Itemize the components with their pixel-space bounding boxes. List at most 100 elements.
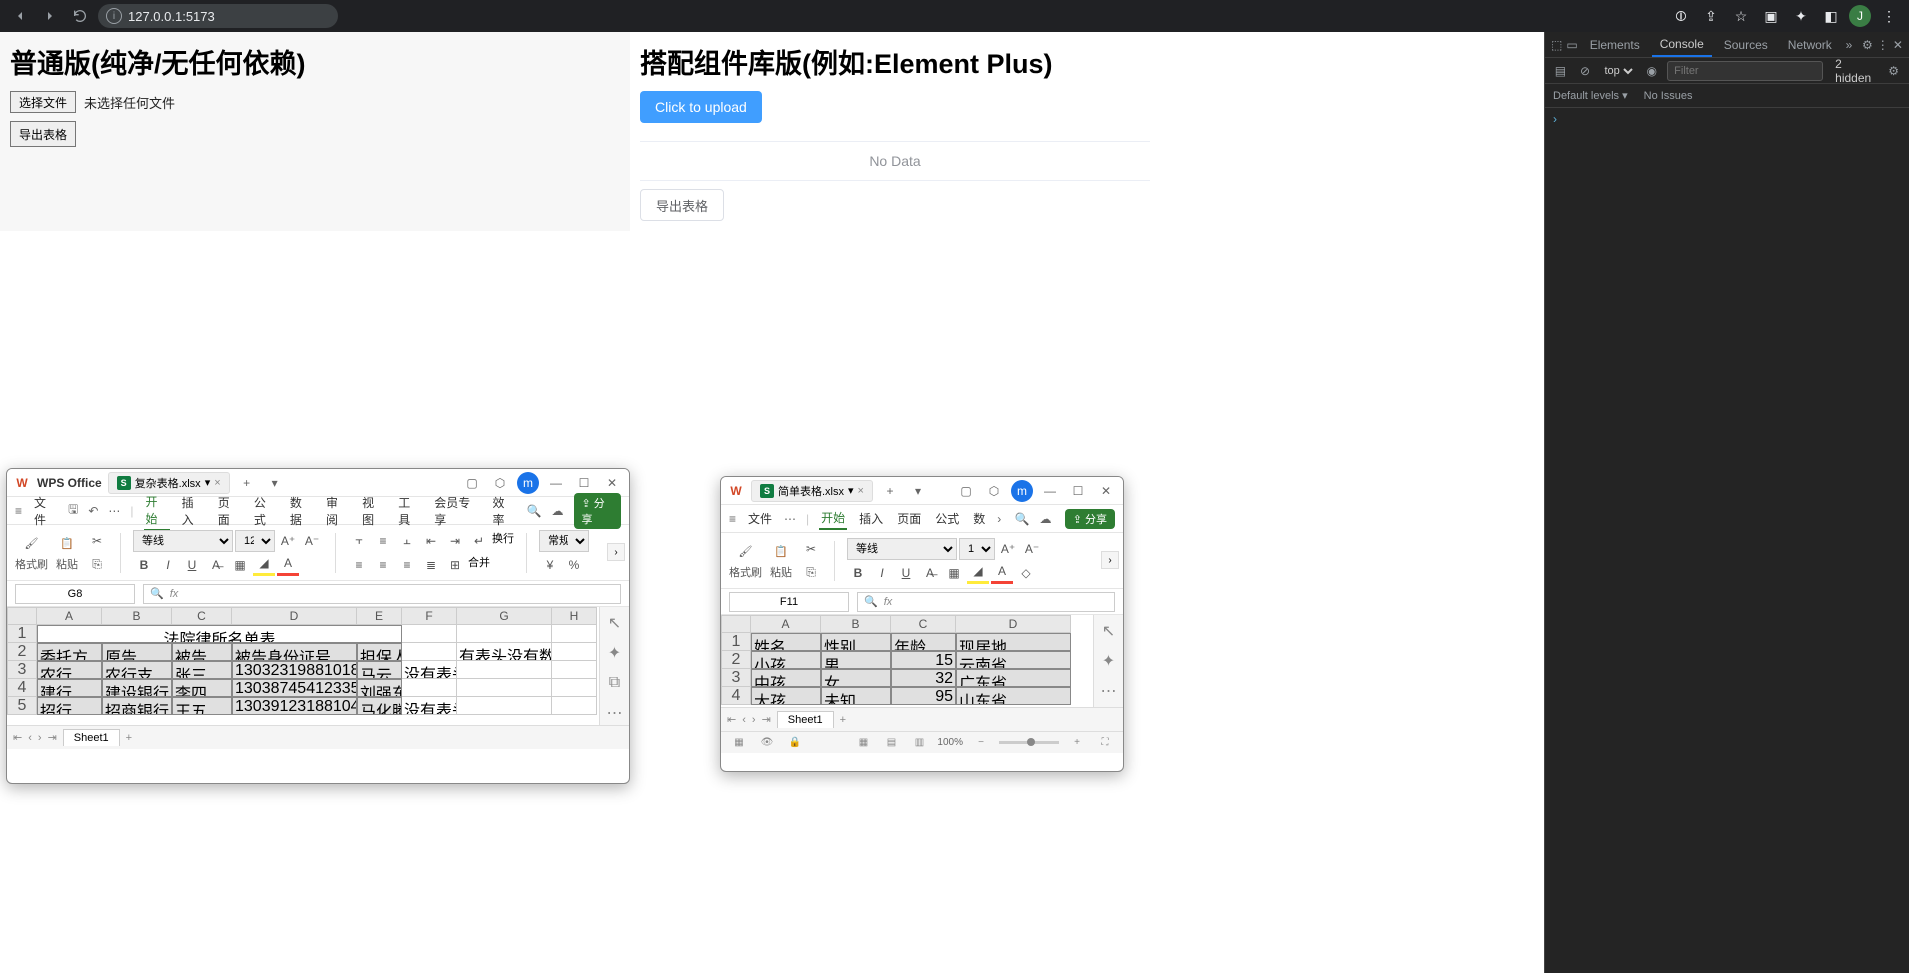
align-left-icon[interactable]: ≡	[348, 554, 370, 576]
font-grow-icon[interactable]: A⁺	[277, 530, 299, 552]
indent-dec-icon[interactable]: ⇤	[420, 530, 442, 552]
cursor-tool-icon[interactable]: ↖	[605, 613, 625, 633]
tab-close-icon[interactable]: ×	[858, 485, 864, 497]
view-normal-icon[interactable]: ▦	[853, 733, 873, 753]
export-button-el[interactable]: 导出表格	[640, 189, 724, 221]
font-select[interactable]: 等线	[133, 530, 233, 552]
clear-console-icon[interactable]: ⊘	[1576, 61, 1595, 81]
cloud-icon[interactable]: ☁	[552, 504, 564, 518]
zoom-in-icon[interactable]: +	[1067, 733, 1087, 753]
percent-icon[interactable]: %	[563, 554, 585, 576]
tab-sources[interactable]: Sources	[1716, 34, 1776, 56]
hamburger-icon[interactable]: ≡	[729, 512, 736, 526]
new-tab-button[interactable]: +	[879, 480, 901, 502]
align-bot-icon[interactable]: ⫠	[396, 530, 418, 552]
file-menu[interactable]: 文件	[746, 508, 774, 529]
wps1-spreadsheet-grid[interactable]: ABCDEFGH12345法院律所名单表委托方原告被告被告身份证号担保人有表头没…	[7, 607, 629, 715]
bold-icon[interactable]: B	[133, 554, 155, 576]
menu-formula[interactable]: 公式	[933, 508, 961, 529]
more-icon[interactable]: ⋯	[784, 512, 796, 526]
align-top-icon[interactable]: ⫟	[348, 530, 370, 552]
wps2-titlebar[interactable]: W S 简单表格.xlsx ▾ × + ▾ ▢ ⬡ m — ☐ ✕	[721, 477, 1123, 505]
add-sheet-icon[interactable]: +	[126, 732, 132, 744]
menu-formula[interactable]: 公式	[252, 492, 278, 530]
more-tabs-icon[interactable]: »	[1844, 35, 1854, 55]
zoom-fx-icon[interactable]: 🔍	[864, 595, 878, 608]
tab-menu-icon[interactable]: ▾	[264, 472, 286, 494]
status-lock-icon[interactable]: 🔒	[785, 733, 805, 753]
align-mid-icon[interactable]: ≡	[372, 530, 394, 552]
wps1-titlebar[interactable]: W WPS Office S 复杂表格.xlsx ▾ × + ▾ ▢ ⬡ m —…	[7, 469, 629, 497]
star-tool-icon[interactable]: ✦	[605, 643, 625, 663]
italic-icon[interactable]: I	[157, 554, 179, 576]
back-button[interactable]	[8, 4, 32, 28]
fill-color-icon[interactable]: ◢	[253, 554, 275, 576]
clear-fmt-icon[interactable]: ◇	[1015, 562, 1037, 584]
export-button-plain[interactable]: 导出表格	[10, 121, 76, 147]
sheet-last-icon[interactable]: ⇥	[48, 731, 57, 744]
sheet-tab[interactable]: Sheet1	[777, 711, 834, 728]
font-shrink-icon[interactable]: A⁻	[301, 530, 323, 552]
assistant-icon[interactable]: m	[1011, 480, 1033, 502]
numfmt-select[interactable]: 常规	[539, 530, 589, 552]
view-page-icon[interactable]: ▤	[881, 733, 901, 753]
reader-icon[interactable]: ▢	[955, 480, 977, 502]
minimize-button[interactable]: —	[545, 472, 567, 494]
console-filter-input[interactable]	[1667, 61, 1823, 81]
forward-button[interactable]	[38, 4, 62, 28]
sheet-next-icon[interactable]: ›	[38, 732, 42, 744]
close-button[interactable]: ✕	[601, 472, 623, 494]
sheet-prev-icon[interactable]: ‹	[28, 732, 32, 744]
site-info-icon[interactable]: i	[106, 8, 122, 24]
search-icon[interactable]: 🔍	[1015, 512, 1030, 526]
maximize-button[interactable]: ☐	[573, 472, 595, 494]
new-tab-button[interactable]: +	[236, 472, 258, 494]
underline-icon[interactable]: U	[895, 562, 917, 584]
settings-icon[interactable]: ⚙	[1862, 35, 1873, 55]
ribbon-expand-icon[interactable]: ›	[1101, 551, 1119, 569]
fontsize-select[interactable]: 12	[235, 530, 275, 552]
undo-icon[interactable]: ↶	[88, 504, 98, 518]
font-color-icon[interactable]: A	[277, 554, 299, 576]
strike-icon[interactable]: A̶	[919, 562, 941, 584]
extensions-icon[interactable]: ✦	[1789, 4, 1813, 28]
menu-data[interactable]: 数据	[288, 492, 314, 530]
more-icon[interactable]: ⋯	[108, 504, 120, 518]
align-justify-icon[interactable]: ≣	[420, 554, 442, 576]
translate-icon[interactable]: ⦷	[1669, 4, 1693, 28]
zoom-fx-icon[interactable]: 🔍	[150, 587, 164, 600]
live-expression-icon[interactable]: ◉	[1642, 61, 1661, 81]
search-icon[interactable]: 🔍	[527, 504, 542, 518]
menu-tools[interactable]: 工具	[396, 492, 422, 530]
sheet-first-icon[interactable]: ⇤	[13, 731, 22, 744]
paste-group[interactable]: 📋粘贴	[56, 534, 78, 572]
copy-icon[interactable]: ⎘	[800, 562, 822, 584]
menu-page[interactable]: 页面	[895, 508, 923, 529]
share-button[interactable]: ⇪ 分享	[574, 493, 622, 529]
tab-dropdown-icon[interactable]: ▾	[848, 484, 854, 497]
indent-inc-icon[interactable]: ⇥	[444, 530, 466, 552]
profile-avatar[interactable]: J	[1849, 5, 1871, 27]
fullscreen-icon[interactable]: ⛶	[1095, 733, 1115, 753]
menu-data-truncated[interactable]: 数	[971, 508, 987, 529]
default-levels[interactable]: Default levels ▾	[1553, 89, 1628, 102]
layers-icon[interactable]: ⧉	[605, 673, 625, 693]
align-center-icon[interactable]: ≡	[372, 554, 394, 576]
console-sidebar-icon[interactable]: ▤	[1551, 61, 1570, 81]
bookmark-icon[interactable]: ☆	[1729, 4, 1753, 28]
paste-group[interactable]: 📋粘贴	[770, 542, 792, 580]
sheet-first-icon[interactable]: ⇤	[727, 713, 736, 726]
view-break-icon[interactable]: ▥	[909, 733, 929, 753]
merge-icon[interactable]: ⊞	[444, 554, 466, 576]
name-box[interactable]: F11	[729, 592, 849, 612]
sheet-prev-icon[interactable]: ‹	[742, 714, 746, 726]
console-prompt[interactable]: ›	[1545, 108, 1909, 130]
font-grow-icon[interactable]: A⁺	[997, 538, 1019, 560]
context-select[interactable]: top	[1600, 64, 1636, 78]
border-icon[interactable]: ▦	[943, 562, 965, 584]
tab-menu-icon[interactable]: ▾	[907, 480, 929, 502]
tab-close-icon[interactable]: ×	[214, 477, 220, 489]
devtools-close-icon[interactable]: ✕	[1893, 35, 1903, 55]
cloud-icon[interactable]: ☁	[1039, 512, 1051, 526]
upload-button[interactable]: Click to upload	[640, 91, 762, 123]
